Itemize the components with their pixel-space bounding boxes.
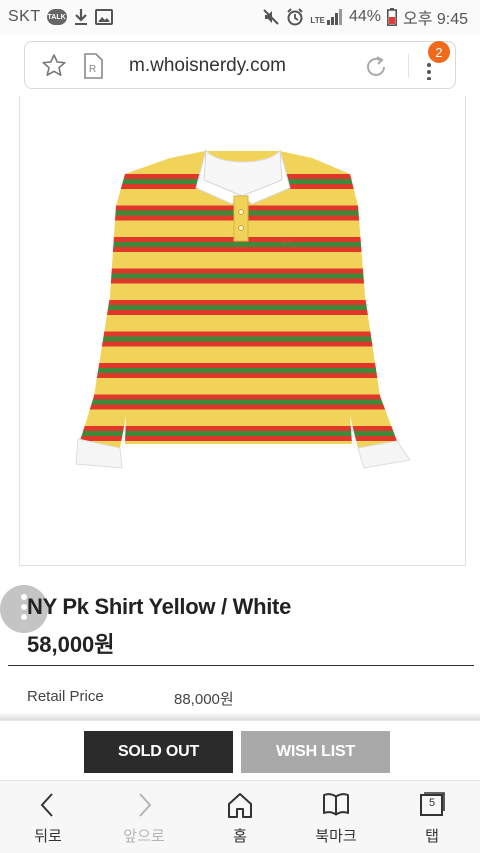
shirt-stripe	[80, 368, 397, 373]
status-bar: SKT TALK LTE 44% 오후 9:45	[0, 0, 480, 34]
nav-tabs-label: 탭	[425, 827, 439, 845]
shirt-stripe	[80, 363, 397, 368]
shirt-stripe	[80, 373, 397, 378]
nav-back[interactable]: 뒤로	[0, 781, 96, 853]
nav-bookmarks[interactable]: 북마크	[288, 781, 384, 853]
product-price: 58,000원	[27, 632, 115, 657]
back-icon	[40, 793, 53, 817]
sold-out-button[interactable]: SOLD OUT	[84, 731, 233, 773]
home-icon	[228, 793, 252, 818]
tabs-icon: 5	[418, 791, 446, 819]
shirt-stripe	[80, 341, 397, 347]
reader-icon[interactable]: R	[83, 53, 103, 84]
nav-forward[interactable]: 앞으로	[96, 781, 192, 853]
download-icon	[73, 8, 89, 26]
shirt-stripe	[80, 394, 397, 400]
nav-tabs[interactable]: 5 탭	[384, 781, 480, 853]
image-icon	[94, 9, 113, 25]
talk-icon: TALK	[46, 9, 67, 25]
shirt-stripe	[80, 268, 397, 274]
battery-percent: 44%	[348, 8, 381, 25]
shirt-stripe	[80, 331, 397, 337]
striped-polo-shirt-image: NY	[75, 148, 411, 469]
network-type: LTE	[310, 16, 325, 25]
retail-price-value: 88,000원	[174, 691, 234, 708]
shirt-stripe	[80, 431, 397, 436]
shirt-stripe	[80, 247, 397, 252]
alarm-icon	[286, 8, 304, 26]
action-bar: SOLD OUT WISH LIST	[0, 720, 480, 780]
shirt-stripe	[80, 404, 397, 410]
divider	[8, 665, 474, 666]
tabs-count: 5	[428, 797, 436, 809]
battery-icon	[386, 8, 397, 26]
svg-text:R: R	[89, 64, 96, 75]
svg-text:NY: NY	[282, 239, 292, 246]
shirt-stripe	[80, 278, 397, 284]
wish-list-button[interactable]: WISH LIST	[241, 731, 390, 773]
shirt-stripe	[80, 399, 397, 405]
url-text[interactable]: m.whoisnerdy.com	[129, 55, 286, 77]
nav-bookmarks-label: 북마크	[315, 827, 357, 845]
product-title: NY Pk Shirt Yellow / White	[27, 594, 292, 619]
shirt-stripe	[80, 273, 397, 279]
notification-badge[interactable]: 2	[428, 41, 450, 63]
nav-home-label: 홈	[233, 827, 247, 845]
nav-home[interactable]: 홈	[192, 781, 288, 853]
nav-forward-label: 앞으로	[123, 827, 165, 845]
browser-toolbar: R m.whoisnerdy.com 2	[0, 34, 480, 96]
shirt-stripe	[80, 436, 397, 441]
clock: 오후 9:45	[402, 11, 468, 28]
retail-price-label: Retail Price	[27, 688, 104, 705]
signal-icon: LTE	[310, 9, 343, 25]
browser-bottom-nav: 뒤로 앞으로 홈 북마크 5 탭	[0, 780, 480, 853]
url-divider	[408, 54, 409, 78]
star-icon[interactable]	[41, 53, 67, 84]
carrier-name: SKT	[8, 8, 41, 25]
shirt-stripe	[80, 305, 397, 310]
nav-back-label: 뒤로	[34, 827, 62, 845]
shirt-stripe	[80, 336, 397, 342]
shirt-stripe	[80, 242, 397, 247]
bookmark-icon	[323, 793, 349, 816]
shirt-stripe	[80, 310, 397, 315]
reload-icon[interactable]	[363, 52, 389, 85]
address-bar[interactable]: R m.whoisnerdy.com 2	[24, 41, 456, 89]
product-image[interactable]: NY	[19, 96, 466, 566]
forward-icon	[139, 793, 152, 817]
status-bar-right: LTE 44% 오후 9:45	[262, 5, 468, 29]
status-bar-left: SKT TALK	[8, 8, 113, 26]
mute-icon	[262, 8, 280, 26]
shirt-stripe	[80, 300, 397, 305]
shirt-stripe	[80, 426, 397, 431]
